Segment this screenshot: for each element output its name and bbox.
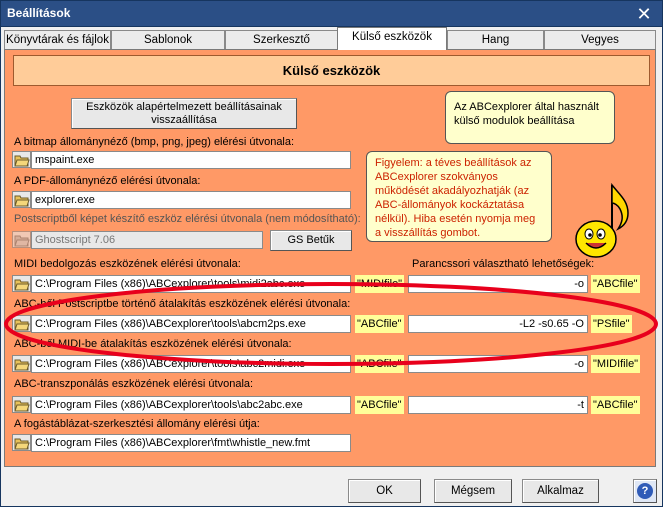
warning-tooltip: Figyelem: a téves beállítások az ABCexpl…: [366, 151, 552, 242]
help-icon: ?: [637, 483, 653, 499]
transpose-label: ABC-transzponálás eszközének elérési útv…: [14, 378, 254, 390]
fingering-path-input[interactable]: C:\Program Files (x86)\ABCexplorer\fmt\w…: [31, 434, 351, 452]
abc2midi-tag-in: "ABCfile": [355, 355, 404, 373]
open-folder-icon[interactable]: [12, 315, 31, 332]
abc2ps-tag-out: "PSfile": [591, 315, 632, 333]
ps-path-input: Ghostscript 7.06: [31, 231, 263, 249]
warning-tooltip-text: Figyelem: a téves beállítások az ABCexpl…: [375, 157, 536, 239]
cancel-button[interactable]: Mégsem: [434, 479, 512, 503]
tab-label: Hang: [481, 34, 510, 46]
tab-label: Sablonok: [144, 34, 192, 46]
midi-in-path-input[interactable]: C:\Program Files (x86)\ABCexplorer\tools…: [31, 275, 351, 293]
tab-label: Vegyes: [581, 34, 619, 46]
abc2midi-options-input[interactable]: -o: [408, 355, 588, 373]
transpose-path-input[interactable]: C:\Program Files (x86)\ABCexplorer\tools…: [31, 396, 351, 414]
info-tooltip: Az ABCexplorer által használt külső modu…: [445, 91, 615, 144]
tab-label: Külső eszközök: [352, 31, 432, 43]
abc2midi-tag-out: "MIDIfile": [591, 355, 641, 373]
gs-fonts-label: GS Betűk: [287, 234, 335, 246]
music-note-mascot-icon: [575, 183, 629, 258]
midi-in-tag-out: "ABCfile": [591, 275, 640, 293]
apply-button[interactable]: Alkalmaz: [522, 479, 599, 503]
ps-label: Postscriptből képet készítő eszköz eléré…: [14, 213, 361, 225]
abc2ps-path-input[interactable]: C:\Program Files (x86)\ABCexplorer\tools…: [31, 315, 351, 333]
tab-sablonok[interactable]: Sablonok: [111, 30, 225, 50]
tab-vegyes[interactable]: Vegyes: [544, 30, 656, 50]
ok-label: OK: [376, 485, 393, 497]
transpose-options-input[interactable]: -t: [408, 396, 588, 414]
midi-in-options-input[interactable]: -o: [408, 275, 588, 293]
ok-button[interactable]: OK: [348, 479, 421, 503]
page-header: Külső eszközök: [13, 55, 650, 86]
tab-label: Szerkesztő: [253, 34, 310, 46]
cancel-label: Mégsem: [450, 485, 496, 497]
open-folder-icon[interactable]: [12, 151, 31, 168]
transpose-tag-in: "ABCfile": [355, 396, 404, 414]
gs-fonts-button[interactable]: GS Betűk: [270, 230, 352, 251]
reset-defaults-label: Eszközök alapértelmezett beállításainak …: [86, 101, 282, 126]
tab-szerkeszto[interactable]: Szerkesztő: [225, 30, 338, 50]
title-bar: Beállítások ✕: [0, 0, 663, 27]
open-folder-icon[interactable]: [12, 434, 31, 451]
abc2midi-label: ABC-ből MIDI-be átalakítás eszközének el…: [14, 338, 292, 350]
abc2midi-path-input[interactable]: C:\Program Files (x86)\ABCexplorer\tools…: [31, 355, 351, 373]
open-folder-icon[interactable]: [12, 191, 31, 208]
close-icon[interactable]: ✕: [634, 4, 654, 24]
midi-in-tag-in: "MIDIfile": [355, 275, 405, 293]
abc2ps-label: ABC-ből Postscriptbe történő átalakítás …: [14, 298, 351, 310]
apply-label: Alkalmaz: [537, 485, 584, 497]
tab-konyvtarak[interactable]: Könyvtárak és fájlok: [4, 30, 111, 50]
tab-kulso-eszkozok[interactable]: Külső eszközök: [337, 27, 447, 50]
pdf-label: A PDF-állománynéző elérési útvonala:: [14, 175, 201, 187]
tab-hang[interactable]: Hang: [447, 30, 544, 50]
options-label: Parancssori választható lehetőségek:: [412, 258, 595, 270]
window-title: Beállítások: [7, 6, 71, 20]
pdf-path-input[interactable]: explorer.exe: [31, 191, 351, 209]
abc2ps-options-input[interactable]: -L2 -s0.65 -O: [408, 315, 588, 333]
abc2ps-tag-in: "ABCfile": [355, 315, 404, 333]
fingering-label: A fogástáblázat-szerkesztési állomány el…: [14, 418, 260, 430]
open-folder-icon[interactable]: [12, 355, 31, 372]
transpose-tag-out: "ABCfile": [591, 396, 640, 414]
open-folder-icon[interactable]: [12, 275, 31, 292]
help-button[interactable]: ?: [633, 479, 657, 503]
midi-in-label: MIDI bedolgozás eszközének elérési útvon…: [14, 258, 241, 270]
info-tooltip-text: Az ABCexplorer által használt külső modu…: [454, 101, 599, 127]
bitmap-path-input[interactable]: mspaint.exe: [31, 151, 351, 169]
open-folder-icon: [12, 231, 31, 248]
tab-label: Könyvtárak és fájlok: [6, 34, 109, 46]
bitmap-label: A bitmap állománynéző (bmp, png, jpeg) e…: [14, 136, 295, 148]
reset-defaults-button[interactable]: Eszközök alapértelmezett beállításainak …: [71, 98, 297, 129]
open-folder-icon[interactable]: [12, 396, 31, 413]
